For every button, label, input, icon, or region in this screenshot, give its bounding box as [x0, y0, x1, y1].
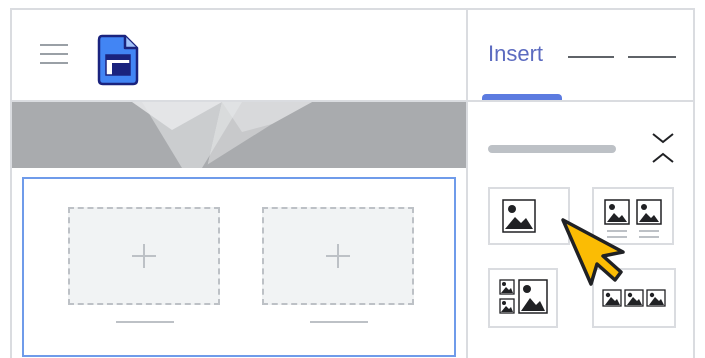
tab-placeholder-pages[interactable]	[568, 56, 614, 58]
tab-placeholder-themes[interactable]	[628, 56, 676, 58]
header-banner-image[interactable]	[12, 102, 466, 173]
image-grid-layout-icon	[499, 279, 548, 314]
selected-section[interactable]	[22, 177, 456, 357]
image-placeholder-left[interactable]	[68, 207, 220, 305]
hamburger-menu-icon[interactable]	[40, 44, 68, 64]
plus-icon[interactable]	[326, 244, 350, 268]
chevron-up-down-icon[interactable]	[650, 130, 676, 175]
panel-divider	[466, 10, 468, 358]
image-placeholder-right[interactable]	[262, 207, 414, 305]
tab-insert[interactable]: Insert	[488, 40, 543, 68]
image-grid-layout[interactable]	[488, 268, 558, 328]
plus-icon[interactable]	[132, 244, 156, 268]
sites-editor-window: Insert	[10, 8, 695, 358]
caption-placeholder-right	[310, 321, 368, 323]
layouts-section-title-placeholder	[488, 145, 616, 153]
google-sites-document-icon[interactable]	[97, 34, 139, 91]
arrow-cursor-icon	[557, 214, 627, 299]
caption-placeholder-left	[116, 321, 174, 323]
